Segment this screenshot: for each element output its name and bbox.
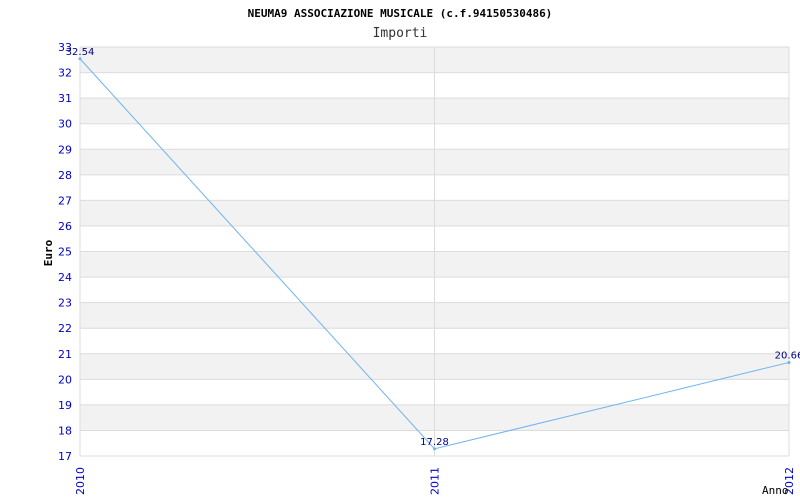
- chart-subtitle: Importi: [373, 26, 428, 41]
- y-tick-label: 29: [58, 143, 72, 156]
- line-chart: 1718192021222324252627282930313233 2010 2…: [42, 7, 800, 497]
- y-tick-label: 31: [58, 92, 72, 105]
- y-tick-labels: 1718192021222324252627282930313233: [58, 41, 72, 463]
- y-tick-label: 25: [58, 246, 72, 259]
- x-axis-label: Anno: [762, 484, 789, 497]
- y-tick-label: 19: [58, 399, 72, 412]
- y-tick-label: 18: [58, 424, 72, 437]
- y-tick-label: 17: [58, 450, 72, 463]
- y-tick-label: 27: [58, 194, 72, 207]
- x-tick-label: 2011: [429, 467, 442, 495]
- data-label: 17.28: [420, 437, 449, 448]
- y-tick-label: 23: [58, 297, 72, 310]
- data-label: 20.66: [775, 350, 800, 361]
- y-tick-label: 26: [58, 220, 72, 233]
- x-tick-labels: 2010 2011 2012: [74, 467, 796, 495]
- y-tick-label: 24: [58, 271, 72, 284]
- y-tick-label: 30: [58, 118, 72, 131]
- y-tick-label: 21: [58, 348, 72, 361]
- y-tick-label: 32: [58, 67, 72, 80]
- chart-title: NEUMA9 ASSOCIAZIONE MUSICALE (c.f.941505…: [248, 7, 553, 20]
- y-tick-label: 22: [58, 322, 72, 335]
- y-tick-label: 28: [58, 169, 72, 182]
- x-tick-label: 2010: [74, 467, 87, 495]
- y-axis-label: Euro: [42, 239, 55, 266]
- y-tick-label: 20: [58, 373, 72, 386]
- data-label: 32.54: [66, 47, 95, 58]
